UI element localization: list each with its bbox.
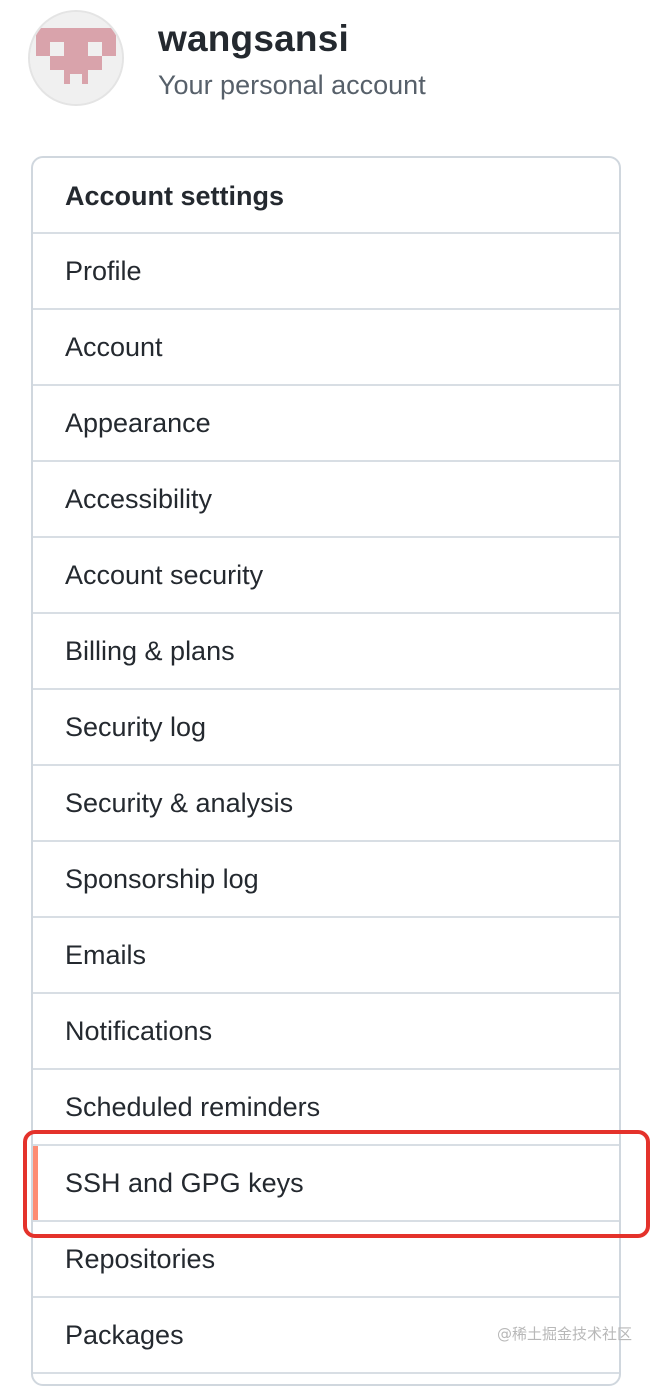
menu-item-notifications[interactable]: Notifications: [33, 994, 619, 1070]
menu-item-appearance[interactable]: Appearance: [33, 386, 619, 462]
menu-item-scheduled-reminders[interactable]: Scheduled reminders: [33, 1070, 619, 1146]
menu-item-emails[interactable]: Emails: [33, 918, 619, 994]
menu-item-security-log[interactable]: Security log: [33, 690, 619, 766]
settings-menu: Account settings Profile Account Appeara…: [31, 156, 621, 1386]
menu-item-account[interactable]: Account: [33, 310, 619, 386]
avatar[interactable]: [28, 10, 124, 106]
menu-item-repositories[interactable]: Repositories: [33, 1222, 619, 1298]
menu-item-billing-plans[interactable]: Billing & plans: [33, 614, 619, 690]
menu-item-sponsorship-log[interactable]: Sponsorship log: [33, 842, 619, 918]
menu-item-security-analysis[interactable]: Security & analysis: [33, 766, 619, 842]
watermark: @稀土掘金技术社区: [496, 1325, 632, 1343]
menu-item-account-security[interactable]: Account security: [33, 538, 619, 614]
menu-item-profile[interactable]: Profile: [33, 234, 619, 310]
menu-item-accessibility[interactable]: Accessibility: [33, 462, 619, 538]
identicon-image: [30, 12, 122, 104]
account-header: wangsansi Your personal account: [28, 10, 628, 110]
menu-item-ssh-gpg-keys[interactable]: SSH and GPG keys: [33, 1146, 619, 1222]
account-subtitle: Your personal account: [158, 70, 426, 100]
username[interactable]: wangsansi: [158, 18, 349, 60]
menu-heading: Account settings: [33, 158, 619, 234]
